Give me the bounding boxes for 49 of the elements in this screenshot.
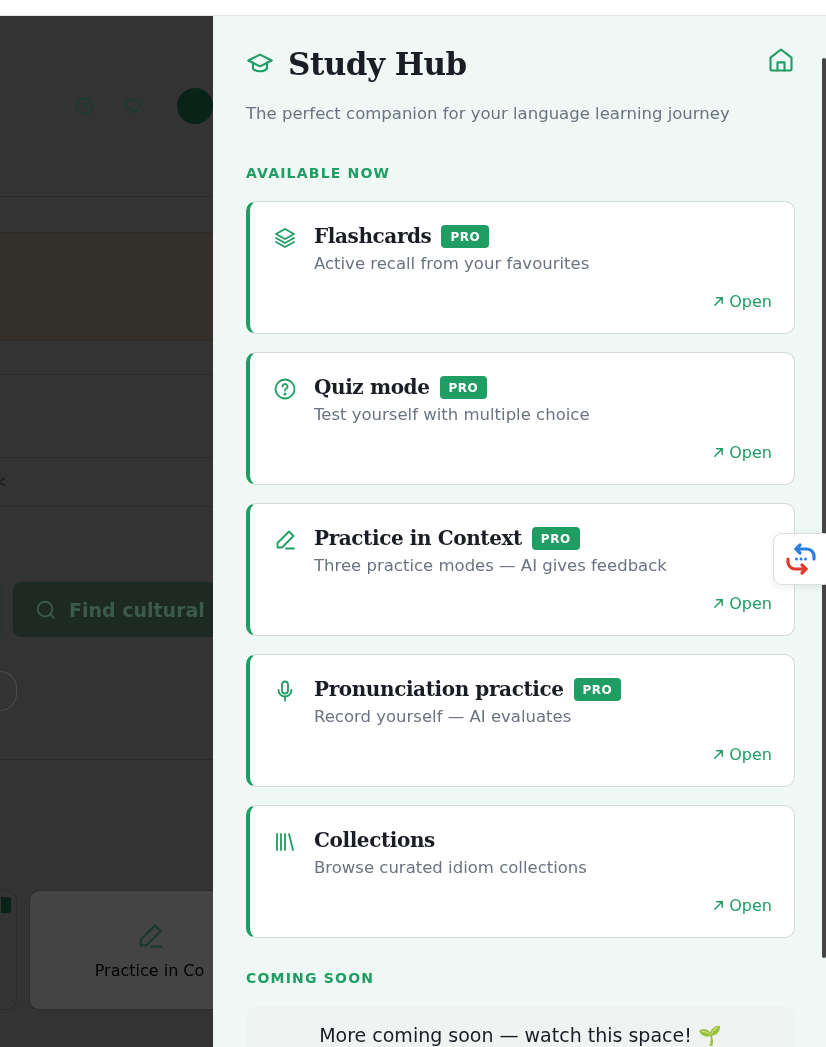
- tool-title: Quiz mode: [314, 375, 430, 399]
- tool-title: Collections: [314, 828, 435, 852]
- tool-description: Active recall from your favourites: [314, 254, 590, 273]
- tool-card[interactable]: Collections Browse curated idiom collections Open: [246, 805, 795, 938]
- books-icon: [273, 830, 297, 854]
- open-link[interactable]: Open: [713, 594, 772, 613]
- tool-title: Pronunciation practice: [314, 677, 564, 701]
- arrow-icon: [713, 447, 725, 458]
- tool-card[interactable]: Flashcards PRO Active recall from your favourites Open: [246, 201, 795, 334]
- question-icon: [273, 377, 297, 401]
- tool-card[interactable]: [0, 890, 17, 1010]
- tool-description: Three practice modes — AI gives feedback: [314, 556, 667, 575]
- section-heading: COMING SOON: [246, 970, 376, 986]
- pro-badge: PRO: [441, 224, 490, 248]
- search-icon: [35, 598, 57, 621]
- tool-card[interactable]: Practice in Context PRO Three practice modes — AI gives feedback Open: [246, 503, 795, 636]
- close-icon[interactable]: [0, 477, 6, 487]
- tool-description: Record yourself — AI evaluates: [314, 707, 573, 726]
- coming-soon-notice: More coming soon — watch this space! 🌱: [246, 1006, 795, 1047]
- badge: [1, 897, 11, 913]
- tool-label: Practice in Co: [94, 960, 205, 980]
- tool-title: Flashcards: [314, 224, 432, 248]
- drawer-subtitle: The perfect companion for your language learning journey: [246, 104, 731, 123]
- chat-sync-icon: [783, 541, 819, 577]
- arrow-icon: [713, 598, 725, 609]
- arrow-icon: [713, 749, 725, 760]
- scrollbar[interactable]: [822, 58, 826, 958]
- drawer-title: Study Hub: [288, 46, 467, 82]
- tool-card[interactable]: Practice in Co: [29, 890, 213, 1010]
- arrow-icon: [713, 900, 725, 911]
- open-link[interactable]: Open: [713, 443, 772, 462]
- home-button[interactable]: [767, 46, 795, 74]
- section-heading: AVAILABLE NOW: [246, 165, 392, 181]
- tool-card[interactable]: Pronunciation practice PRO Record yourself — AI evaluates Open: [246, 654, 795, 787]
- open-link[interactable]: Open: [713, 745, 772, 764]
- layers-icon: [273, 226, 297, 250]
- open-link[interactable]: Open: [713, 896, 772, 915]
- tool-description: Browse curated idiom collections: [314, 858, 587, 877]
- arrow-icon: [713, 296, 725, 307]
- pro-badge: PRO: [573, 677, 622, 701]
- tool-title: Practice in Context: [314, 526, 522, 550]
- open-link[interactable]: Open: [713, 292, 772, 311]
- tool-card[interactable]: Quiz mode PRO Test yourself with multiple choice Open: [246, 352, 795, 485]
- pro-badge: PRO: [531, 526, 580, 550]
- avatar[interactable]: [177, 88, 213, 124]
- chat-widget-button[interactable]: [773, 533, 826, 585]
- pro-badge: PRO: [439, 375, 488, 399]
- tool-description: Test yourself with multiple choice: [314, 405, 590, 424]
- home-icon: [767, 46, 795, 74]
